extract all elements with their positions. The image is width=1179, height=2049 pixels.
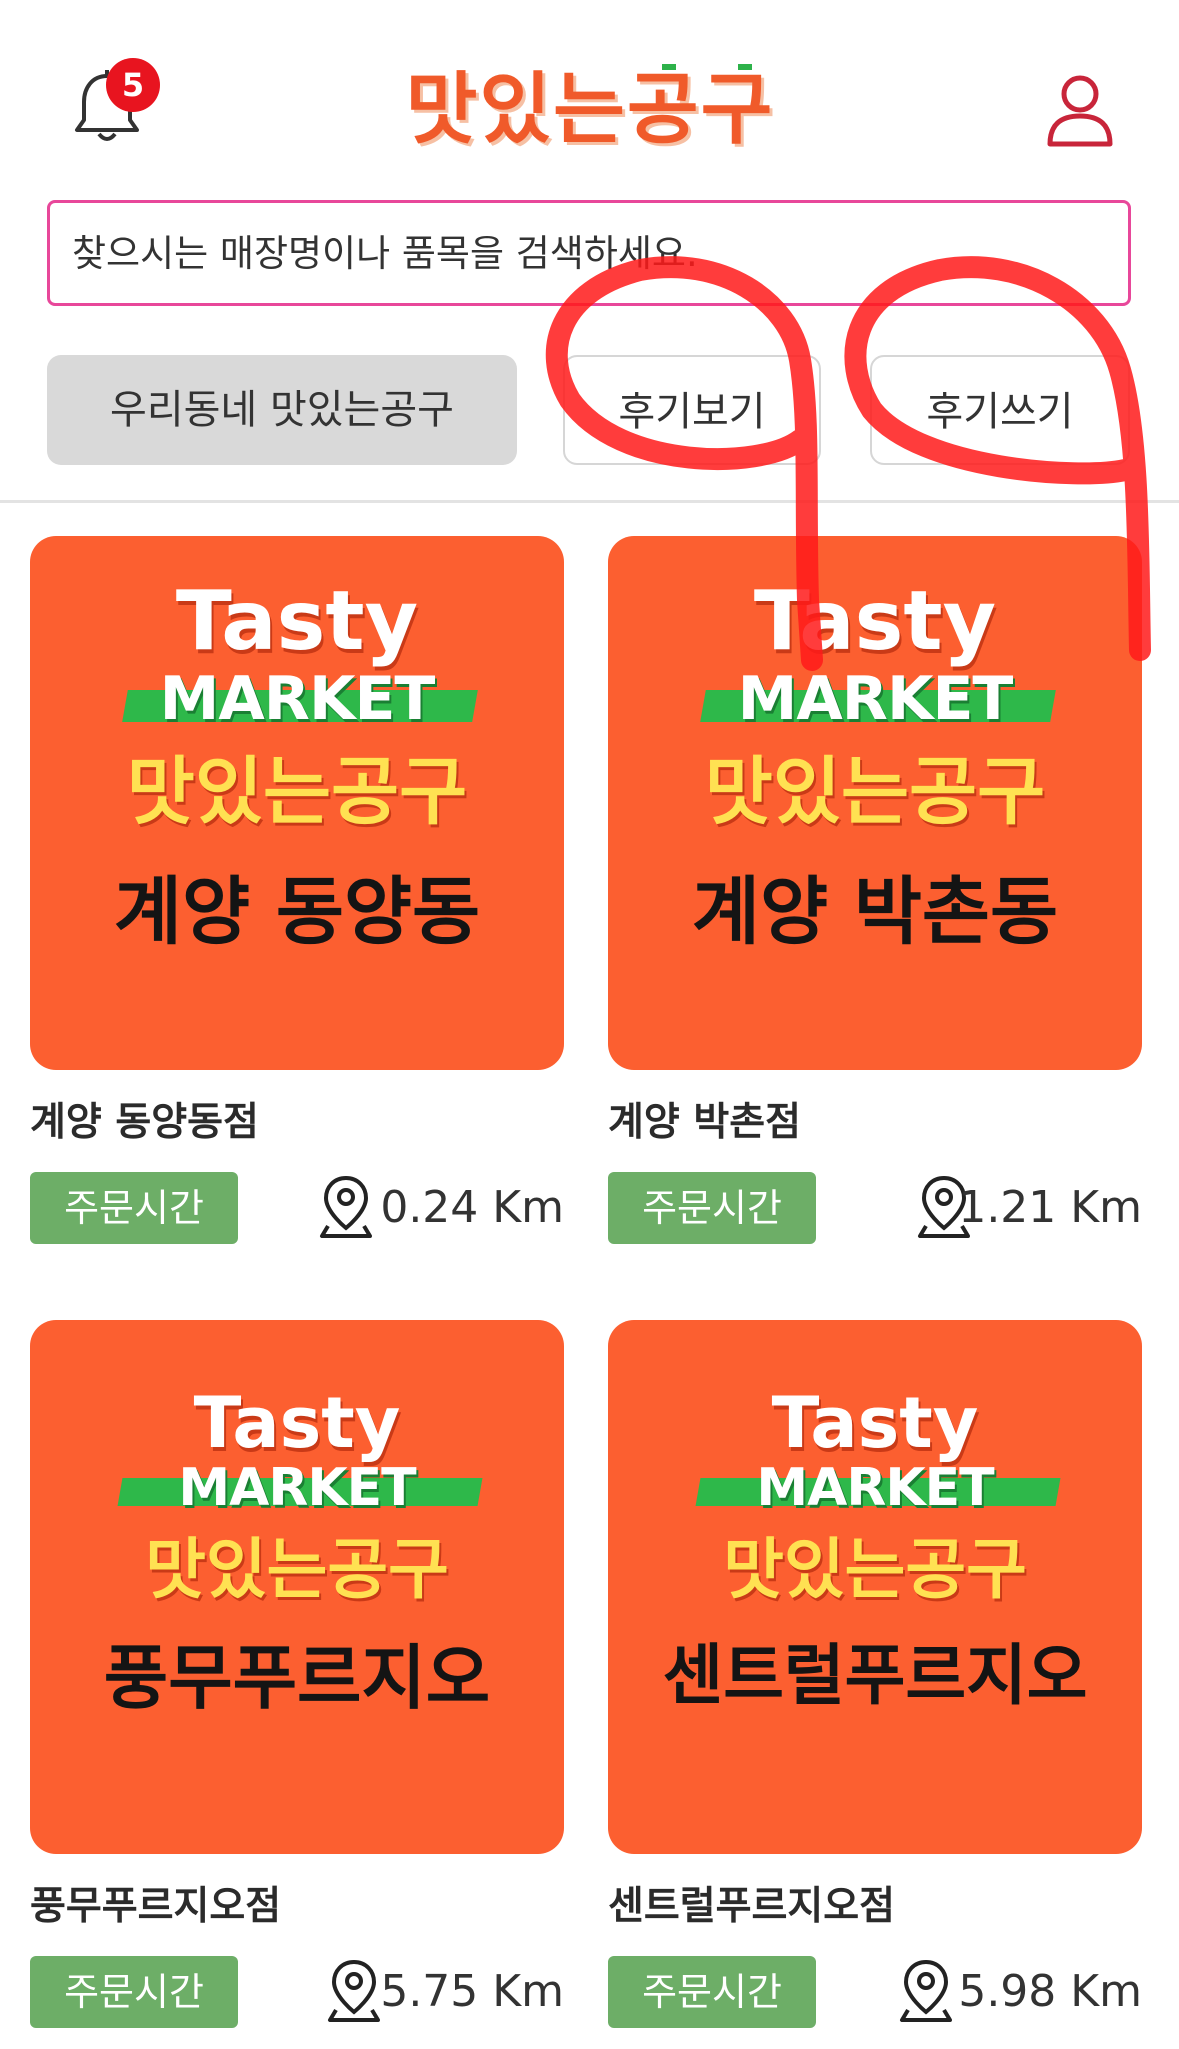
store-distance: 1.21 Km (958, 1182, 1142, 1233)
store-title[interactable]: 계양 박촌점 (608, 1091, 801, 1147)
location-pin-icon (328, 1959, 380, 2022)
local-market-button[interactable]: 우리동네 맛있는공구 (47, 355, 517, 465)
banner-tasty: Tasty (771, 1382, 979, 1464)
store-banner[interactable]: Tasty MARKET 맛있는공구 계양 박촌동 (608, 536, 1142, 1070)
banner-brand: 맛있는공구 (145, 1531, 449, 1608)
banner-tasty: Tasty (753, 574, 997, 669)
store-title[interactable]: 계양 동양동점 (30, 1091, 259, 1147)
store-distance: 5.98 Km (958, 1966, 1142, 2017)
store-distance: 0.24 Km (380, 1182, 564, 1233)
banner-store-name: 계양 동양동 (113, 869, 481, 955)
app-header: 5 맛있는공구 (0, 0, 1179, 190)
store-banner[interactable]: Tasty MARKET 맛있는공구 센트럴푸르지오 (608, 1320, 1142, 1854)
location-pin-icon (900, 1959, 952, 2022)
logo-accent (738, 64, 752, 70)
banner-brand: 맛있는공구 (704, 749, 1046, 835)
search-box (47, 200, 1131, 306)
store-banner[interactable]: Tasty MARKET 맛있는공구 계양 동양동 (30, 536, 564, 1070)
banner-brand: 맛있는공구 (126, 749, 468, 835)
order-time-button[interactable]: 주문시간 (608, 1956, 816, 2028)
banner-market: MARKET (756, 1458, 994, 1518)
app-logo[interactable]: 맛있는공구 (380, 60, 800, 160)
user-icon[interactable] (1040, 70, 1120, 150)
banner-tasty: Tasty (175, 574, 419, 669)
banner-brand: 맛있는공구 (723, 1531, 1027, 1608)
banner-store-name: 계양 박촌동 (691, 869, 1059, 955)
store-banner[interactable]: Tasty MARKET 맛있는공구 풍무푸르지오 (30, 1320, 564, 1854)
store-title[interactable]: 풍무푸르지오점 (30, 1875, 281, 1931)
logo-accent (662, 64, 676, 70)
store-distance: 5.75 Km (380, 1966, 564, 2017)
banner-market: MARKET (737, 664, 1014, 734)
write-review-button[interactable]: 후기쓰기 (870, 355, 1130, 465)
view-reviews-button[interactable]: 후기보기 (563, 355, 821, 465)
order-time-button[interactable]: 주문시간 (608, 1172, 816, 1244)
location-pin-icon (320, 1175, 372, 1238)
divider (0, 500, 1179, 503)
banner-market: MARKET (159, 664, 436, 734)
order-time-button[interactable]: 주문시간 (30, 1956, 238, 2028)
banner-market: MARKET (178, 1458, 416, 1518)
notification-badge: 5 (106, 58, 160, 112)
banner-store-name: 풍무푸르지오 (103, 1637, 491, 1719)
banner-tasty: Tasty (193, 1382, 401, 1464)
store-title[interactable]: 센트럴푸르지오점 (608, 1875, 895, 1931)
order-time-button[interactable]: 주문시간 (30, 1172, 238, 1244)
search-input[interactable] (50, 203, 1128, 303)
banner-store-name: 센트럴푸르지오 (662, 1637, 1088, 1714)
